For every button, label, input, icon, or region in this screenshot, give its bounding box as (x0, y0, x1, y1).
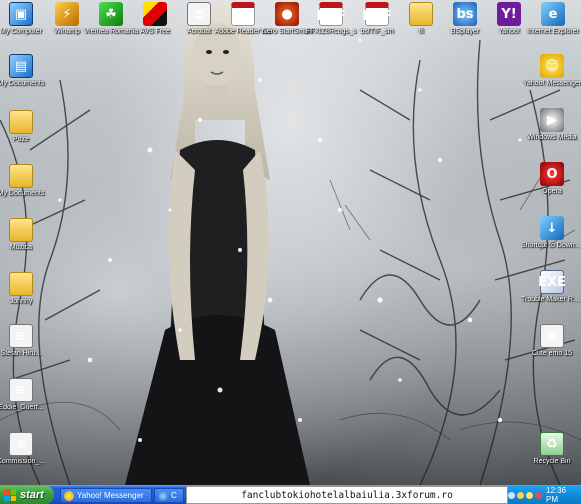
desktop-icon-cute-emo[interactable]: ≡ Cute emo 15 (521, 324, 581, 358)
desktop-icon-stefan[interactable]: ≡ Stefan Hiru... (0, 324, 52, 358)
winamp-icon: ⚡ (55, 2, 79, 26)
bsplayer-icon: bs (453, 2, 477, 26)
folder-icon (9, 218, 33, 242)
media-player-icon: ▶ (540, 108, 564, 132)
desktop-icon-eddie[interactable]: ≡ Eddie_Guerr... (0, 378, 52, 412)
document-icon: ≡ (187, 2, 211, 26)
network-icon[interactable] (508, 491, 515, 499)
document-icon: ≡ (540, 324, 564, 348)
taskbar-item-label: C (171, 491, 177, 500)
watermark-url: fanclubtokiohotelalbaiulia.3xforum.ro (186, 486, 508, 504)
messenger-tray-icon[interactable] (526, 491, 533, 499)
pdf-icon: PDF (316, 2, 346, 26)
pdf-icon: A (231, 2, 255, 26)
taskbar-item-yahoo-messenger[interactable]: Yahoo! Messenger (60, 488, 152, 503)
smiley-icon: ☺ (540, 54, 564, 78)
taskbar-item-browser[interactable]: C (154, 488, 184, 503)
browser-icon (158, 490, 168, 501)
ie-icon: e (541, 2, 565, 26)
desktop-icon-downloader[interactable]: ↓ Shortcut to Downloader (521, 216, 581, 250)
desktop-icon-poze[interactable]: Poze (0, 110, 52, 144)
desktop: ▣ My Computer ⚡ Winamp ☘ Vremea Romania … (0, 0, 581, 485)
volume-icon[interactable] (517, 491, 524, 499)
wallpaper-figure (125, 2, 310, 485)
folder-icon (9, 164, 33, 188)
avs-icon (143, 2, 167, 26)
clock[interactable]: 12:36 PM (546, 486, 577, 504)
desktop-icon-internet-explorer[interactable]: e Internet Explorer (522, 2, 581, 36)
security-icon[interactable] (535, 491, 542, 499)
folder-icon (9, 110, 33, 134)
exe-icon: EXE (538, 270, 566, 294)
desktop-icon-my-documents[interactable]: ▤ My Documents (0, 54, 52, 88)
document-icon: ≡ (9, 324, 33, 348)
start-label: start (20, 489, 44, 501)
yahoo-smiley-icon (64, 490, 74, 501)
folder-icon (9, 272, 33, 296)
yahoo-icon: Y! (497, 2, 521, 26)
desktop-icon-trouble-maker[interactable]: EXE Trouble Maker Rotten (521, 270, 581, 304)
opera-icon: O (540, 162, 564, 186)
nero-icon: ● (275, 2, 299, 26)
windows-logo-icon (4, 489, 16, 501)
system-tray: 12:36 PM (507, 486, 581, 504)
desktop-icon-yahoo-messenger[interactable]: ☺ Yahoo! Messenger (521, 54, 581, 88)
document-icon: ≡ (9, 432, 33, 456)
start-button[interactable]: start (0, 486, 54, 504)
shortcut-icon: ↓ (540, 216, 564, 240)
pdf-icon: PDF (362, 2, 392, 26)
desktop-icon-opera[interactable]: O Opera (521, 162, 581, 196)
folder-icon (409, 2, 433, 26)
my-documents-icon: ▤ (9, 54, 33, 78)
document-icon: ≡ (9, 378, 33, 402)
taskbar-item-label: Yahoo! Messenger (77, 491, 144, 500)
computer-icon: ▣ (9, 2, 33, 26)
tray-icons (508, 491, 542, 499)
desktop-icon-muzica[interactable]: Muzica (0, 218, 52, 252)
desktop-icon-windows-media[interactable]: ▶ Windows Media (521, 108, 581, 142)
desktop-icon-recycle-bin[interactable]: ♻ Recycle Bin (521, 432, 581, 466)
recycle-bin-icon: ♻ (540, 432, 564, 456)
desktop-icon-commission[interactable]: ≡ Commission_... (0, 432, 52, 466)
desktop-icon-documents-folder[interactable]: My Documents (0, 164, 52, 198)
weather-icon: ☘ (99, 2, 123, 26)
desktop-icon-johnny[interactable]: Johnny (0, 272, 52, 306)
